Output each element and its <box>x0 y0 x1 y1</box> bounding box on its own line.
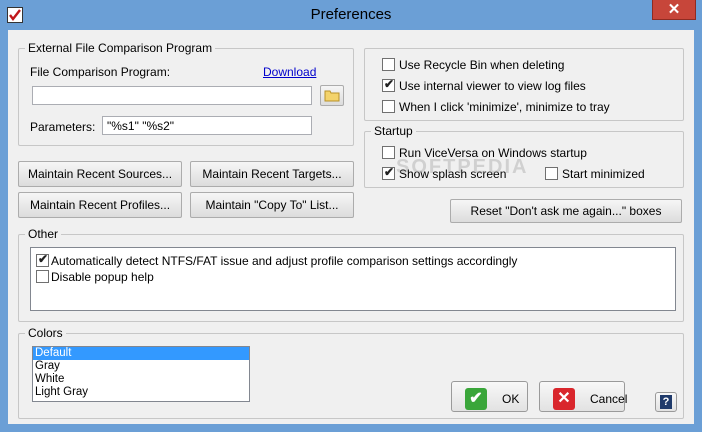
list-item[interactable]: Gray <box>33 360 249 373</box>
cancel-button[interactable]: ✕ Cancel <box>539 381 628 412</box>
other-legend: Other <box>25 227 62 241</box>
folder-icon <box>324 90 340 102</box>
internal-viewer-checkbox[interactable]: ✔ <box>382 77 395 92</box>
internal-viewer-label: Use internal viewer to view log files <box>399 79 586 93</box>
list-item[interactable]: White <box>33 373 249 386</box>
close-button[interactable]: ✕ <box>652 0 696 20</box>
maintain-recent-targets-button[interactable]: Maintain Recent Targets... <box>190 161 354 187</box>
program-path-field[interactable] <box>32 86 312 105</box>
reset-dont-ask-button[interactable]: Reset "Don't ask me again..." boxes <box>450 199 682 223</box>
run-on-startup-checkbox[interactable] <box>382 146 395 159</box>
checkmark-icon: ✔ <box>384 165 395 179</box>
maintain-copy-to-list-button[interactable]: Maintain "Copy To" List... <box>190 192 354 218</box>
colors-listbox[interactable]: Default Gray White Light Gray <box>32 346 250 402</box>
disable-popup-help-checkbox[interactable] <box>36 270 49 283</box>
colors-legend: Colors <box>25 326 66 340</box>
cross-icon: ✕ <box>553 388 575 410</box>
cancel-label: Cancel <box>590 392 628 406</box>
ok-label: OK <box>502 392 520 406</box>
help-icon: ? <box>660 395 672 409</box>
checkmark-icon: ✔ <box>384 77 395 91</box>
window-title: Preferences <box>310 6 392 23</box>
ok-button[interactable]: ✔ OK <box>451 381 528 412</box>
recycle-bin-checkbox[interactable] <box>382 58 395 71</box>
parameters-label: Parameters: <box>30 120 96 134</box>
startup-legend: Startup <box>371 124 416 138</box>
maintain-recent-profiles-button[interactable]: Maintain Recent Profiles... <box>18 192 182 218</box>
checkmark-icon: ✔ <box>465 388 487 410</box>
dialog-body: External File Comparison Program File Co… <box>8 30 694 424</box>
start-minimized-checkbox[interactable] <box>545 167 558 180</box>
help-button[interactable]: ? <box>655 392 677 412</box>
minimize-to-tray-checkbox[interactable] <box>382 100 395 113</box>
watermark: SOFTPEDIA <box>396 156 529 178</box>
external-program-legend: External File Comparison Program <box>25 41 216 55</box>
maintain-recent-sources-button[interactable]: Maintain Recent Sources... <box>18 161 182 187</box>
auto-detect-ntfs-label: Automatically detect NTFS/FAT issue and … <box>51 254 518 268</box>
program-label: File Comparison Program: <box>30 65 171 79</box>
checkmark-icon: ✔ <box>38 252 49 266</box>
list-item[interactable]: Default <box>33 347 249 360</box>
browse-button[interactable] <box>320 85 344 106</box>
start-minimized-label: Start minimized <box>562 167 645 181</box>
title-bar[interactable]: Preferences ✕ <box>0 0 702 30</box>
parameters-field[interactable]: "%s1" "%s2" <box>102 116 312 135</box>
recycle-bin-label: Use Recycle Bin when deleting <box>399 58 565 72</box>
show-splash-checkbox[interactable]: ✔ <box>382 165 395 180</box>
preferences-window: Preferences ✕ External File Comparison P… <box>0 0 702 432</box>
download-link[interactable]: Download <box>263 65 316 79</box>
auto-detect-ntfs-checkbox[interactable]: ✔ <box>36 252 49 267</box>
list-item[interactable]: Light Gray <box>33 386 249 399</box>
minimize-to-tray-label: When I click 'minimize', minimize to tra… <box>399 100 610 114</box>
disable-popup-help-label: Disable popup help <box>51 270 154 284</box>
